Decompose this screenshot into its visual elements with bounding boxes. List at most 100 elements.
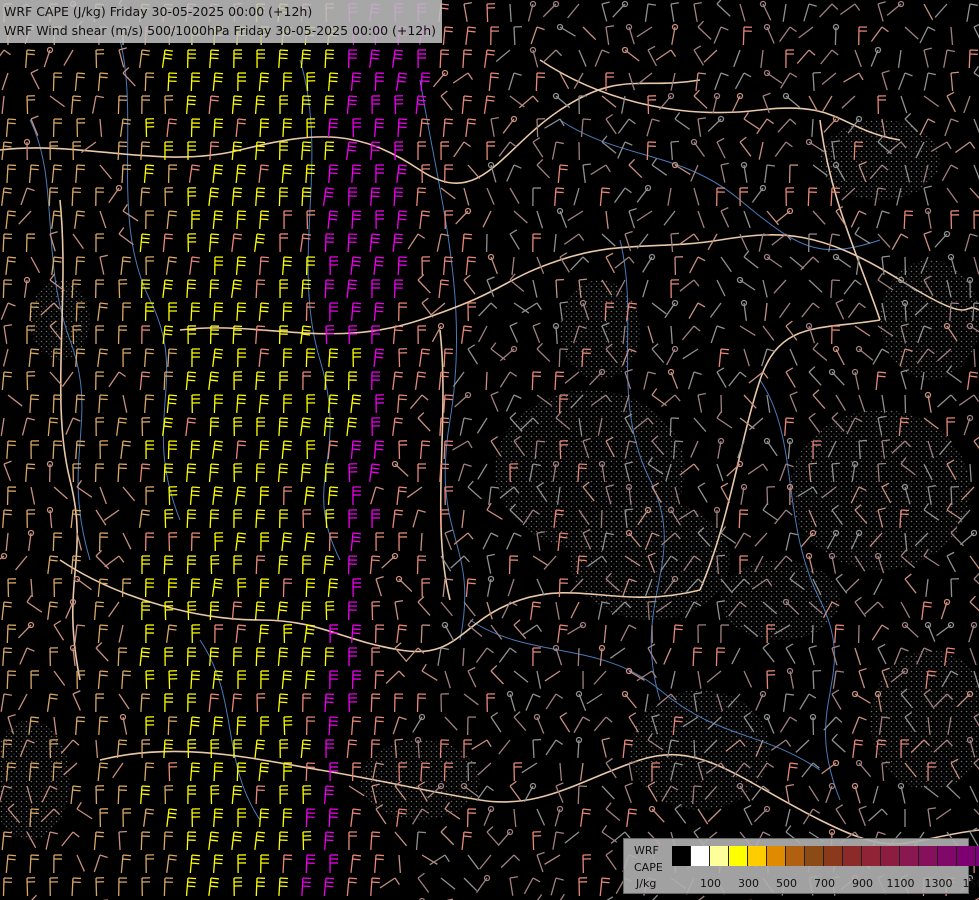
wind-barb [97, 72, 109, 91]
wind-barb [19, 647, 35, 665]
wind-barb [476, 417, 488, 434]
wind-barb [716, 187, 726, 207]
wind-barb [628, 158, 643, 179]
legend-swatch [805, 846, 824, 866]
wind-barb [350, 440, 362, 459]
wind-barb [868, 808, 888, 822]
wind-barb [370, 187, 381, 206]
wind-barb [872, 348, 890, 365]
wind-barb [786, 437, 794, 459]
wind-barb [418, 348, 431, 367]
wind-barb [417, 596, 431, 616]
wind-barb [697, 624, 707, 644]
legend-tick-label: 900 [852, 877, 873, 890]
legend-swatch [767, 846, 786, 866]
wind-barb [532, 555, 549, 567]
wind-barb [189, 716, 201, 735]
wind-barb [108, 601, 120, 618]
wind-barb [518, 95, 539, 109]
wind-barb [762, 642, 775, 663]
wind-barb [490, 26, 500, 46]
wind-barb [567, 210, 584, 222]
wind-barb [168, 532, 178, 552]
wind-barb [305, 578, 316, 598]
wind-barb [803, 3, 817, 22]
wind-barb [577, 785, 588, 805]
legend-color-scale [672, 846, 979, 866]
wind-barb [475, 647, 494, 663]
wind-barb [95, 279, 105, 299]
wind-barb [690, 440, 699, 458]
wind-barb [186, 95, 197, 114]
wind-barb [835, 804, 847, 825]
wind-barb [716, 410, 733, 429]
wind-barb [564, 831, 580, 844]
legend-swatch [729, 846, 748, 866]
wind-barb [509, 273, 525, 292]
wind-barb [6, 164, 17, 184]
wind-barb [670, 232, 680, 252]
wind-barb [461, 509, 465, 528]
wind-barb [31, 894, 37, 900]
wind-barb [370, 486, 384, 505]
wind-barb [789, 348, 798, 366]
wind-barb [502, 115, 518, 134]
wind-barb [210, 739, 220, 759]
wind-barb [688, 302, 706, 319]
wind-barb [614, 187, 632, 204]
wind-barb [497, 828, 514, 846]
wind-barb [350, 256, 362, 275]
wind-barb [2, 647, 13, 667]
wind-barb [185, 371, 197, 390]
wind-barb [954, 141, 976, 154]
wind-barb [72, 233, 84, 250]
wind-barb [513, 808, 517, 827]
wind-barb [872, 785, 879, 804]
wind-barb [782, 693, 795, 712]
wind-barb [743, 111, 760, 130]
wind-barb [440, 187, 456, 200]
wind-barb [731, 92, 744, 113]
legend-swatch [919, 846, 938, 866]
wind-barb [812, 669, 822, 690]
wind-barb [144, 762, 155, 782]
wind-barb [122, 203, 139, 222]
wind-barb [208, 693, 220, 712]
wind-barb [121, 164, 132, 184]
wind-barb [394, 831, 408, 847]
wind-barb [190, 670, 201, 690]
wind-barb [478, 325, 488, 343]
wind-barb [371, 325, 381, 345]
wind-barb [843, 72, 864, 83]
wind-barb [773, 279, 787, 294]
wind-barb [580, 808, 592, 827]
wind-barb [72, 141, 82, 161]
wind-barb [740, 299, 748, 321]
wind-barb [213, 394, 224, 414]
wind-barb [254, 233, 266, 252]
wind-barb [506, 532, 522, 550]
wind-barb [506, 690, 516, 712]
wind-barb [461, 233, 473, 252]
wind-barb [3, 460, 12, 482]
wind-barb [801, 762, 820, 778]
wind-barb [452, 72, 474, 84]
wind-barb [190, 440, 201, 460]
wind-barb [117, 95, 128, 115]
wind-barb [854, 49, 862, 68]
wind-barb [258, 762, 270, 781]
wind-barb [190, 302, 201, 322]
wind-barb [642, 253, 656, 273]
wind-barb [603, 624, 607, 643]
wind-barb [163, 831, 174, 851]
wind-barb [759, 0, 772, 21]
wind-barb [483, 805, 495, 826]
wind-barb [282, 302, 293, 322]
wind-barb [486, 187, 495, 205]
wind-barb [95, 417, 105, 437]
wind-barb [140, 831, 151, 851]
wind-barb [28, 164, 40, 183]
wind-barb [235, 624, 247, 643]
wind-barb [395, 72, 408, 91]
wind-barb [821, 72, 837, 85]
